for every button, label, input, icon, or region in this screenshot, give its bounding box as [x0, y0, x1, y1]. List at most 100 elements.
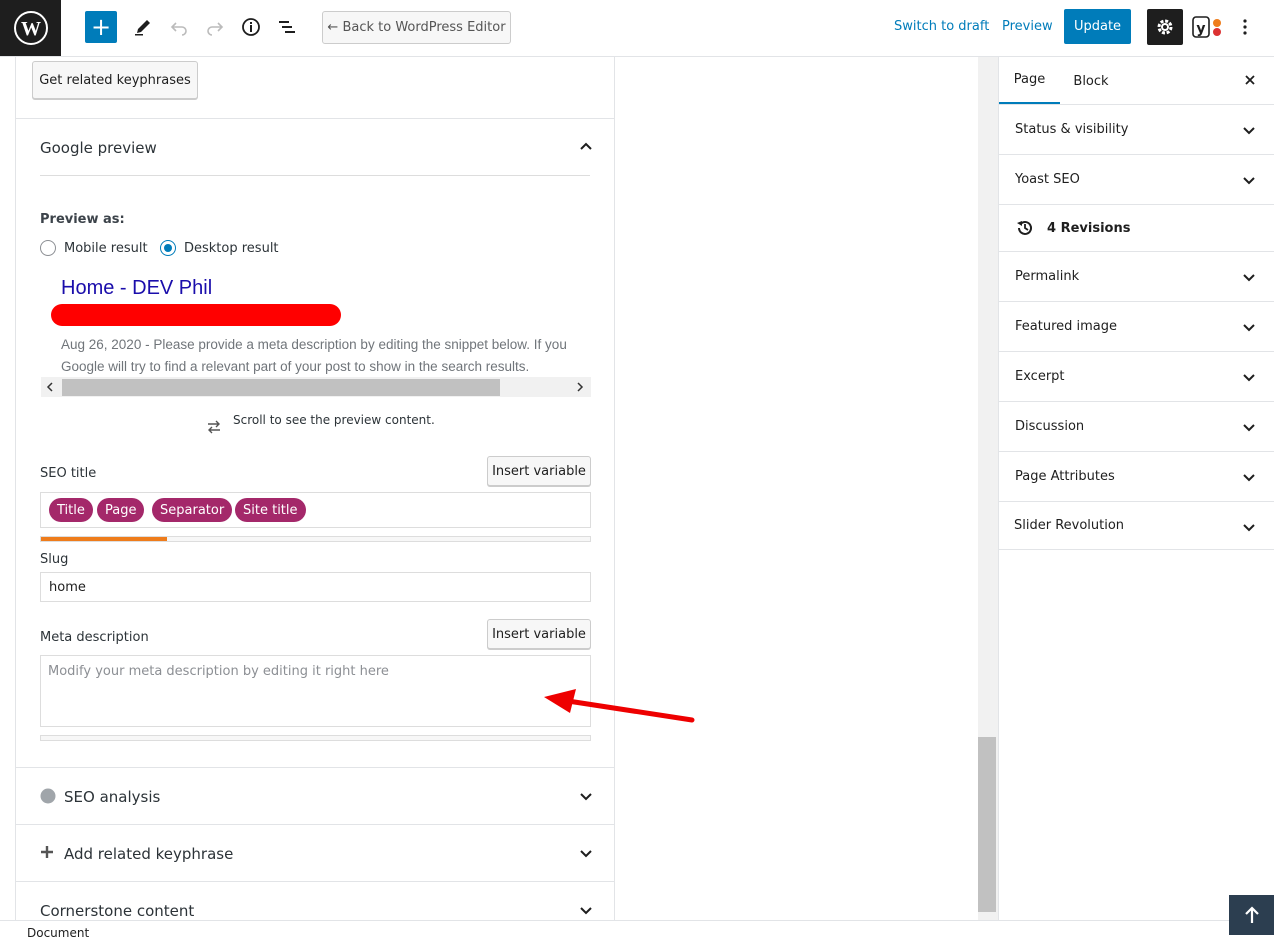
sidebar-item-label: Permalink [1015, 269, 1080, 284]
breadcrumb[interactable]: Document [27, 926, 89, 940]
chevron-down-icon [1243, 524, 1255, 532]
switch-to-draft-button[interactable]: Switch to draft [894, 19, 989, 34]
update-button[interactable]: Update [1064, 9, 1131, 44]
settings-sidebar: Page Block Status & visibility Yoast SEO… [998, 57, 1274, 920]
desktop-result-label[interactable]: Desktop result [184, 241, 279, 256]
scroll-left-icon[interactable] [45, 382, 55, 392]
chevron-down-icon [1243, 324, 1255, 332]
wordpress-logo-icon[interactable]: W [0, 0, 61, 56]
snippet-variable-tag[interactable]: Title [49, 498, 93, 522]
google-preview-description: Aug 26, 2020 - Please provide a meta des… [61, 334, 591, 378]
desktop-result-radio[interactable] [160, 240, 176, 256]
chevron-down-icon[interactable] [578, 845, 594, 861]
mobile-result-radio[interactable] [40, 240, 56, 256]
scrollbar-thumb[interactable] [62, 379, 500, 396]
info-icon[interactable] [238, 14, 264, 40]
divider [16, 767, 614, 768]
scroll-hint: Scroll to see the preview content. [233, 413, 435, 427]
add-block-button[interactable]: + [85, 11, 117, 43]
sidebar-item-yoast-seo[interactable]: Yoast SEO [999, 155, 1274, 205]
google-preview-heading[interactable]: Google preview [40, 139, 157, 157]
close-icon[interactable] [1244, 74, 1256, 86]
sidebar-item-excerpt[interactable]: Excerpt [999, 352, 1274, 402]
sidebar-item-slider-revolution[interactable]: Slider Revolution [999, 502, 1274, 550]
mobile-result-label[interactable]: Mobile result [64, 241, 148, 256]
cornerstone-content-heading[interactable]: Cornerstone content [40, 902, 194, 920]
divider [16, 881, 614, 882]
chevron-down-icon [1243, 374, 1255, 382]
tab-page[interactable]: Page [999, 57, 1060, 105]
annotation-arrow-icon [544, 689, 695, 723]
snippet-variable-tag[interactable]: Page [97, 498, 145, 522]
preview-as-label: Preview as: [40, 212, 125, 227]
sidebar-item-label: Status & visibility [1015, 122, 1129, 137]
yoast-icon[interactable]: y [1191, 13, 1225, 41]
editor-toolbar: W + ← Back to WordPress Editor Switch to… [0, 0, 1274, 57]
preview-button[interactable]: Preview [1002, 19, 1053, 34]
insert-variable-button[interactable]: Insert variable [487, 456, 591, 486]
seo-title-label: SEO title [40, 466, 97, 481]
sidebar-item-page-attributes[interactable]: Page Attributes [999, 452, 1274, 502]
divider [40, 175, 590, 176]
meta-description-progress-bar [40, 735, 591, 741]
divider [16, 118, 614, 119]
list-view-icon[interactable] [274, 14, 300, 40]
editor-main: Get related keyphrases Google preview Pr… [0, 57, 998, 920]
scrollbar-thumb[interactable] [978, 737, 996, 912]
chevron-down-icon[interactable] [578, 902, 594, 918]
progress-fill [41, 537, 168, 541]
back-to-wordpress-editor-button[interactable]: ← Back to WordPress Editor [322, 11, 511, 44]
add-related-keyphrase-heading[interactable]: Add related keyphrase [64, 845, 233, 863]
get-related-keyphrases-button[interactable]: Get related keyphrases [32, 61, 198, 99]
divider [16, 824, 614, 825]
edit-pencil-icon[interactable] [130, 14, 156, 40]
chevron-down-icon [1243, 127, 1255, 135]
block-breadcrumb-bar: Document [0, 920, 1274, 940]
tab-block[interactable]: Block [1061, 57, 1121, 105]
chevron-up-icon[interactable] [578, 139, 594, 155]
seo-analysis-heading[interactable]: SEO analysis [64, 788, 160, 806]
more-options-icon[interactable] [1236, 14, 1254, 40]
redacted-url-mark [51, 304, 341, 326]
scroll-right-icon[interactable] [575, 382, 585, 392]
chevron-down-icon [1243, 177, 1255, 185]
preview-horizontal-scrollbar[interactable] [41, 377, 591, 397]
chevron-down-icon [1243, 274, 1255, 282]
history-icon [1017, 220, 1032, 235]
settings-gear-icon[interactable] [1147, 9, 1183, 45]
sidebar-item-label: Page Attributes [1015, 469, 1115, 484]
arrow-up-icon [1244, 906, 1259, 923]
slug-input[interactable]: home [40, 572, 591, 602]
seo-analysis-status-icon [40, 788, 56, 804]
sidebar-item-label: Slider Revolution [1014, 518, 1125, 533]
plus-icon [41, 846, 53, 858]
chevron-down-icon [1243, 474, 1255, 482]
sidebar-item-label: Featured image [1015, 319, 1118, 334]
scroll-to-top-button[interactable] [1229, 895, 1274, 935]
slug-label: Slug [40, 552, 69, 567]
svg-text:W: W [21, 18, 41, 40]
sidebar-item-label: Excerpt [1015, 369, 1065, 384]
swap-arrows-icon [208, 420, 220, 434]
chevron-down-icon [1243, 424, 1255, 432]
sidebar-item-permalink[interactable]: Permalink [999, 252, 1274, 302]
insert-variable-button[interactable]: Insert variable [487, 619, 591, 649]
meta-description-textarea[interactable]: Modify your meta description by editing … [40, 655, 591, 727]
snippet-variable-tag[interactable]: Separator [152, 498, 233, 522]
sidebar-item-label: Yoast SEO [1015, 172, 1080, 187]
sidebar-item-revisions[interactable]: 4 Revisions [999, 205, 1274, 252]
sidebar-item-discussion[interactable]: Discussion [999, 402, 1274, 452]
meta-description-label: Meta description [40, 630, 149, 645]
sidebar-item-status-visibility[interactable]: Status & visibility [999, 105, 1274, 155]
google-preview-title[interactable]: Home - DEV Phil [61, 277, 212, 300]
undo-icon[interactable] [166, 14, 192, 40]
redo-icon[interactable] [202, 14, 228, 40]
snippet-variable-tag[interactable]: Site title [235, 498, 306, 522]
sidebar-item-featured-image[interactable]: Featured image [999, 302, 1274, 352]
google-preview-desc-line: Google will try to find a relevant part … [61, 359, 530, 374]
editor-scrollbar[interactable] [978, 57, 998, 920]
chevron-down-icon[interactable] [578, 788, 594, 804]
sidebar-item-label: 4 Revisions [1047, 220, 1131, 236]
google-preview-desc-line: Aug 26, 2020 - Please provide a meta des… [61, 337, 567, 352]
seo-title-progress-bar [40, 536, 591, 542]
